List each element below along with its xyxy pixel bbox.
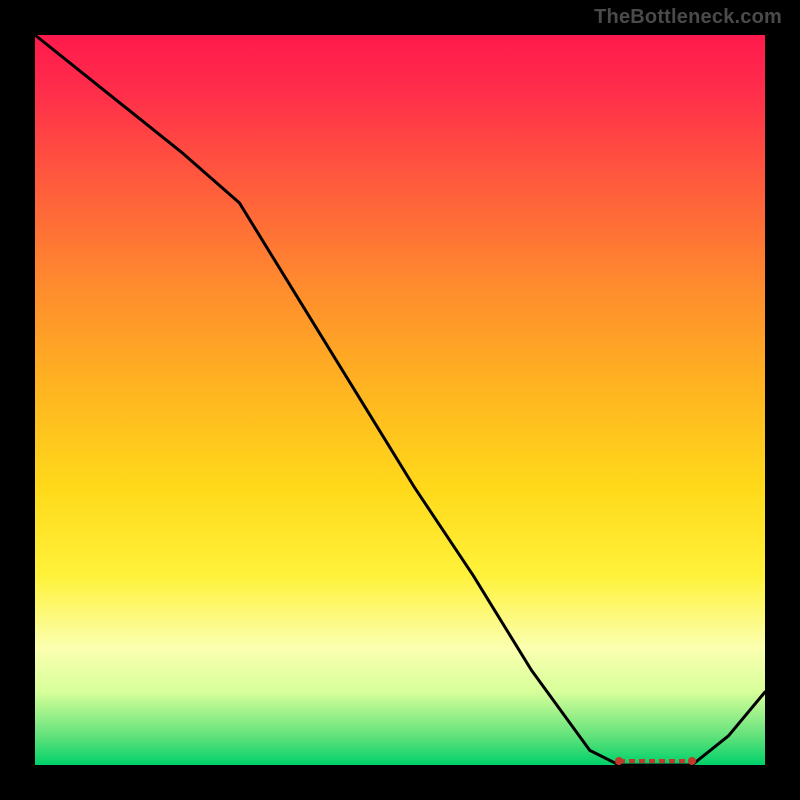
plot-area: [35, 35, 765, 765]
curve-line: [35, 35, 765, 765]
optimal-range-marker: [619, 759, 692, 763]
bottleneck-curve: [35, 35, 765, 765]
optimal-range-end-dot: [688, 757, 696, 765]
chart-frame: TheBottleneck.com: [0, 0, 800, 800]
watermark-text: TheBottleneck.com: [594, 6, 782, 29]
optimal-range-start-dot: [615, 757, 623, 765]
